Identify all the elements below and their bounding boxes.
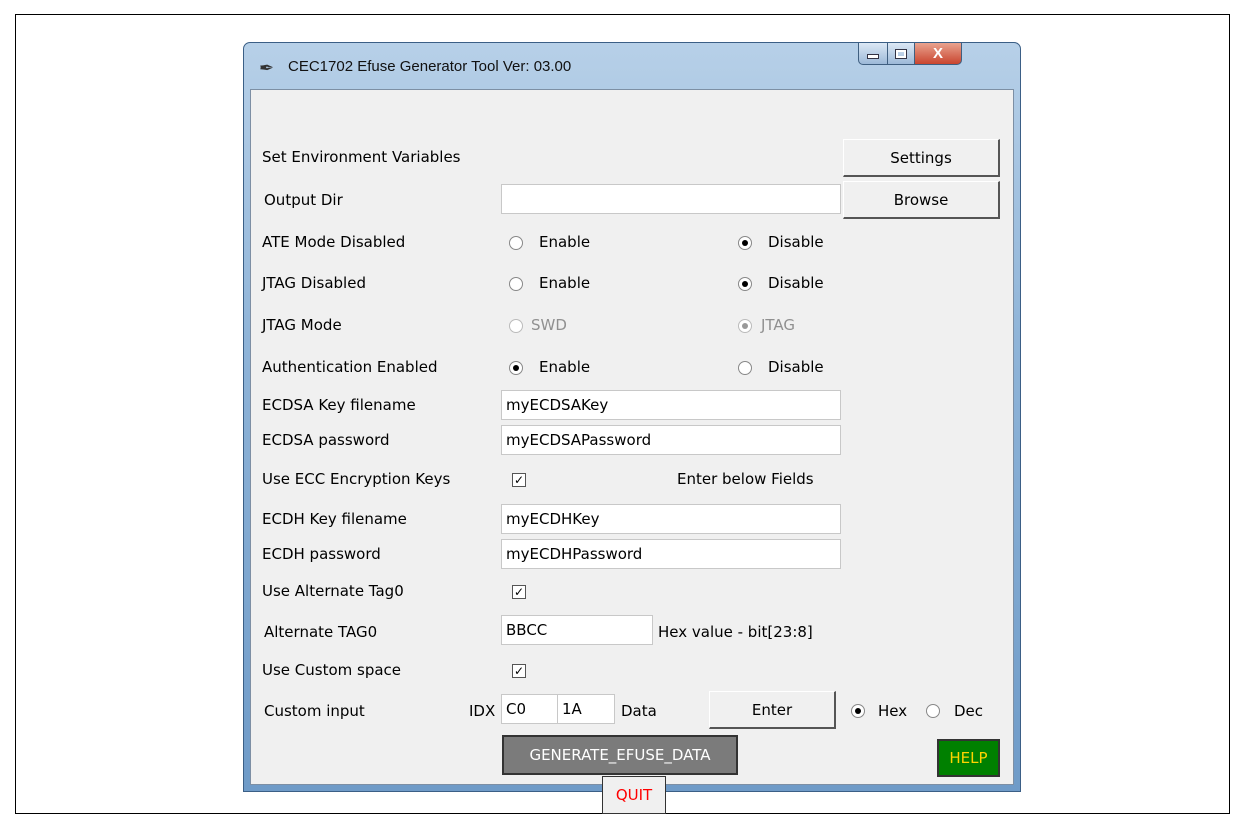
minimize-button[interactable]: [858, 43, 888, 65]
auth-disable-label: Disable: [768, 358, 824, 376]
ecdh-key-input[interactable]: myECDHKey: [501, 504, 841, 534]
output-dir-input[interactable]: [501, 184, 841, 214]
ecc-label: Use ECC Encryption Keys: [262, 470, 451, 488]
jtag-enable-radio[interactable]: [509, 277, 523, 291]
hex-radio[interactable]: [851, 704, 865, 718]
minimize-icon: [867, 54, 879, 59]
enter-button[interactable]: Enter: [709, 691, 836, 729]
generate-efuse-button[interactable]: GENERATE_EFUSE_DATA: [502, 735, 738, 775]
jtag-mode-radio[interactable]: [738, 319, 752, 333]
custom-space-checkbox[interactable]: ✓: [512, 664, 526, 678]
ecc-checkbox[interactable]: ✓: [512, 473, 526, 487]
close-button[interactable]: X: [914, 43, 962, 65]
output-dir-label: Output Dir: [264, 191, 343, 209]
swd-label: SWD: [531, 316, 567, 334]
ate-enable-radio[interactable]: [509, 236, 523, 250]
alt-tag-note: Hex value - bit[23:8]: [658, 623, 813, 641]
ecdsa-password-input[interactable]: myECDSAPassword: [501, 425, 841, 455]
data-label: Data: [621, 702, 657, 720]
custom-space-label: Use Custom space: [262, 661, 402, 679]
settings-button[interactable]: Settings: [843, 139, 1000, 177]
form-area: Set Environment Variables Settings Outpu…: [250, 89, 1014, 814]
dec-radio[interactable]: [926, 704, 940, 718]
alt-tag-use-label: Use Alternate Tag0: [262, 582, 404, 600]
ate-enable-label: Enable: [539, 233, 591, 251]
data-input[interactable]: 1A: [558, 694, 615, 724]
alt-tag-checkbox[interactable]: ✓: [512, 585, 526, 599]
ecc-note: Enter below Fields: [677, 470, 814, 488]
maximize-button[interactable]: [887, 43, 915, 65]
alt-tag-input[interactable]: BBCC: [501, 615, 653, 645]
dec-label: Dec: [954, 702, 984, 720]
ecdsa-key-input[interactable]: myECDSAKey: [501, 390, 841, 420]
close-icon: X: [932, 45, 943, 62]
hex-label: Hex: [878, 702, 908, 720]
jtag-disable-radio[interactable]: [738, 277, 752, 291]
auth-enable-radio[interactable]: [509, 361, 523, 375]
quit-button[interactable]: QUIT: [602, 776, 666, 814]
jtag-label: JTAG Disabled: [262, 274, 366, 292]
help-button[interactable]: HELP: [937, 739, 1000, 777]
ate-disable-label: Disable: [768, 233, 824, 251]
jtag-enable-label: Enable: [539, 274, 591, 292]
custom-input-label: Custom input: [264, 702, 365, 720]
auth-disable-radio[interactable]: [738, 361, 752, 375]
jtag-mode-label: JTAG Mode: [262, 316, 342, 334]
browse-button[interactable]: Browse: [843, 181, 1000, 219]
jtag-disable-label: Disable: [768, 274, 824, 292]
title-bar[interactable]: ✒ CEC1702 Efuse Generator Tool Ver: 03.0…: [244, 43, 1020, 93]
auth-label: Authentication Enabled: [262, 358, 438, 376]
ecdh-key-label: ECDH Key filename: [262, 510, 407, 528]
feather-icon: ✒: [259, 58, 275, 79]
ecdsa-password-label: ECDSA password: [262, 431, 390, 449]
ecdh-password-input[interactable]: myECDHPassword: [501, 539, 841, 569]
auth-enable-label: Enable: [539, 358, 591, 376]
ate-disable-radio[interactable]: [738, 236, 752, 250]
ate-mode-label: ATE Mode Disabled: [262, 233, 406, 251]
ecdsa-key-label: ECDSA Key filename: [262, 396, 416, 414]
ecdh-password-label: ECDH password: [262, 545, 381, 563]
swd-radio[interactable]: [509, 319, 523, 333]
idx-label: IDX: [469, 702, 496, 720]
alt-tag-label: Alternate TAG0: [264, 623, 378, 641]
env-label: Set Environment Variables: [262, 148, 461, 166]
app-window: ✒ CEC1702 Efuse Generator Tool Ver: 03.0…: [243, 42, 1021, 814]
maximize-icon: [895, 48, 907, 59]
jtag-mode-option-label: JTAG: [761, 316, 796, 334]
window-title: CEC1702 Efuse Generator Tool Ver: 03.00: [288, 58, 572, 75]
idx-input[interactable]: C0: [501, 694, 558, 724]
